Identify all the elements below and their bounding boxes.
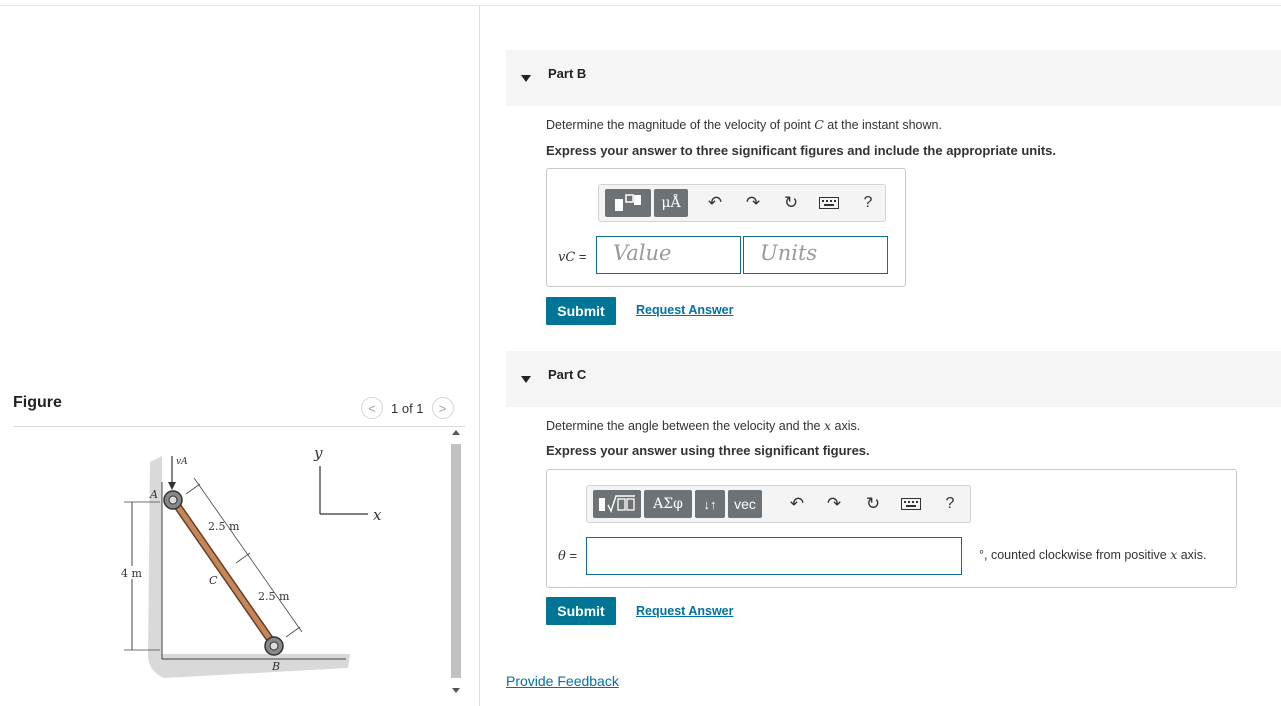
undo-icon[interactable]: ↶ xyxy=(786,493,808,515)
angle-suffix: °, counted clockwise from positive x axi… xyxy=(979,547,1207,562)
velocity-a-label: vA xyxy=(176,457,188,467)
scroll-up-arrow-icon[interactable] xyxy=(452,430,460,435)
x-axis-label: x xyxy=(373,506,382,524)
figure-divider xyxy=(13,426,465,427)
redo-icon[interactable]: ↷ xyxy=(823,493,845,515)
part-b-submit-button[interactable]: Submit xyxy=(546,297,616,325)
velocity-c-label: vC = xyxy=(558,249,587,265)
arrows-button[interactable]: ↓↑ xyxy=(695,490,725,518)
math-template-button[interactable] xyxy=(593,490,641,518)
part-c-instruction: Express your answer using three signific… xyxy=(546,443,870,458)
reset-icon[interactable]: ↻ xyxy=(862,493,884,515)
units-button[interactable]: μÅ xyxy=(654,189,688,217)
part-c-request-answer-link[interactable]: Request Answer xyxy=(636,604,733,618)
part-b-toolbar: μÅ ↶ ↷ ↻ ? xyxy=(598,184,886,222)
point-c-label: C xyxy=(209,574,218,587)
templates-icon xyxy=(615,194,641,211)
scroll-thumb[interactable] xyxy=(451,444,461,678)
part-b-header[interactable]: Part B xyxy=(506,50,1281,106)
keyboard-icon[interactable] xyxy=(818,192,840,214)
help-icon[interactable]: ? xyxy=(939,493,961,515)
part-c-submit-button[interactable]: Submit xyxy=(546,597,616,625)
variable-x: x xyxy=(823,418,832,433)
segment-2-label: 2.5 m xyxy=(258,590,290,603)
part-c-toolbar: ΑΣφ ↓↑ vec ↶ ↷ ↻ ? xyxy=(586,485,971,523)
figure-pager: < 1 of 1 > xyxy=(361,396,454,420)
redo-icon[interactable]: ↷ xyxy=(742,192,764,214)
collapse-triangle-icon[interactable] xyxy=(521,75,531,82)
figure-scrollbar[interactable] xyxy=(449,428,463,698)
part-b-question: Determine the magnitude of the velocity … xyxy=(546,117,942,132)
help-icon[interactable]: ? xyxy=(857,192,879,214)
vector-button[interactable]: vec xyxy=(728,490,762,518)
angle-input[interactable] xyxy=(586,537,962,575)
part-c-header[interactable]: Part C xyxy=(506,351,1281,407)
point-a-label: A xyxy=(149,488,158,501)
sqrt-template-icon xyxy=(599,495,635,513)
chevron-right-icon: > xyxy=(438,400,447,416)
point-b-label: B xyxy=(271,660,280,673)
scroll-down-arrow-icon[interactable] xyxy=(452,688,460,693)
collapse-triangle-icon[interactable] xyxy=(521,376,531,383)
reset-icon[interactable]: ↻ xyxy=(780,192,802,214)
theta-label: θ = xyxy=(558,548,578,564)
variable-c: C xyxy=(814,117,824,132)
keyboard-icon[interactable] xyxy=(900,493,922,515)
next-figure-button[interactable]: > xyxy=(431,397,454,419)
previous-figure-button[interactable]: < xyxy=(361,397,383,419)
height-label: 4 m xyxy=(121,567,142,580)
templates-button[interactable] xyxy=(605,189,651,217)
mechanism-figure: 4 m 2.5 m 2.5 m A vA B C y x xyxy=(119,444,382,678)
greek-symbols-button[interactable]: ΑΣφ xyxy=(644,490,692,518)
undo-icon[interactable]: ↶ xyxy=(704,192,726,214)
part-b-answer-box: μÅ ↶ ↷ ↻ ? vC = Value Units xyxy=(546,168,906,287)
chevron-left-icon: < xyxy=(368,400,376,416)
part-b-request-answer-link[interactable]: Request Answer xyxy=(636,303,733,317)
figure-title: Figure xyxy=(13,394,62,411)
part-b-instruction: Express your answer to three significant… xyxy=(546,143,1056,158)
units-input[interactable]: Units xyxy=(743,236,888,274)
segment-1-label: 2.5 m xyxy=(208,520,240,533)
provide-feedback-link[interactable]: Provide Feedback xyxy=(506,673,619,689)
part-c-answer-box: ΑΣφ ↓↑ vec ↶ ↷ ↻ ? θ = xyxy=(546,469,1237,588)
part-b-title: Part B xyxy=(548,66,587,81)
value-input[interactable]: Value xyxy=(596,236,741,274)
y-axis-label: y xyxy=(313,444,323,462)
figure-page-indicator: 1 of 1 xyxy=(391,400,424,416)
part-c-title: Part C xyxy=(548,367,587,382)
part-c-question: Determine the angle between the velocity… xyxy=(546,418,861,433)
